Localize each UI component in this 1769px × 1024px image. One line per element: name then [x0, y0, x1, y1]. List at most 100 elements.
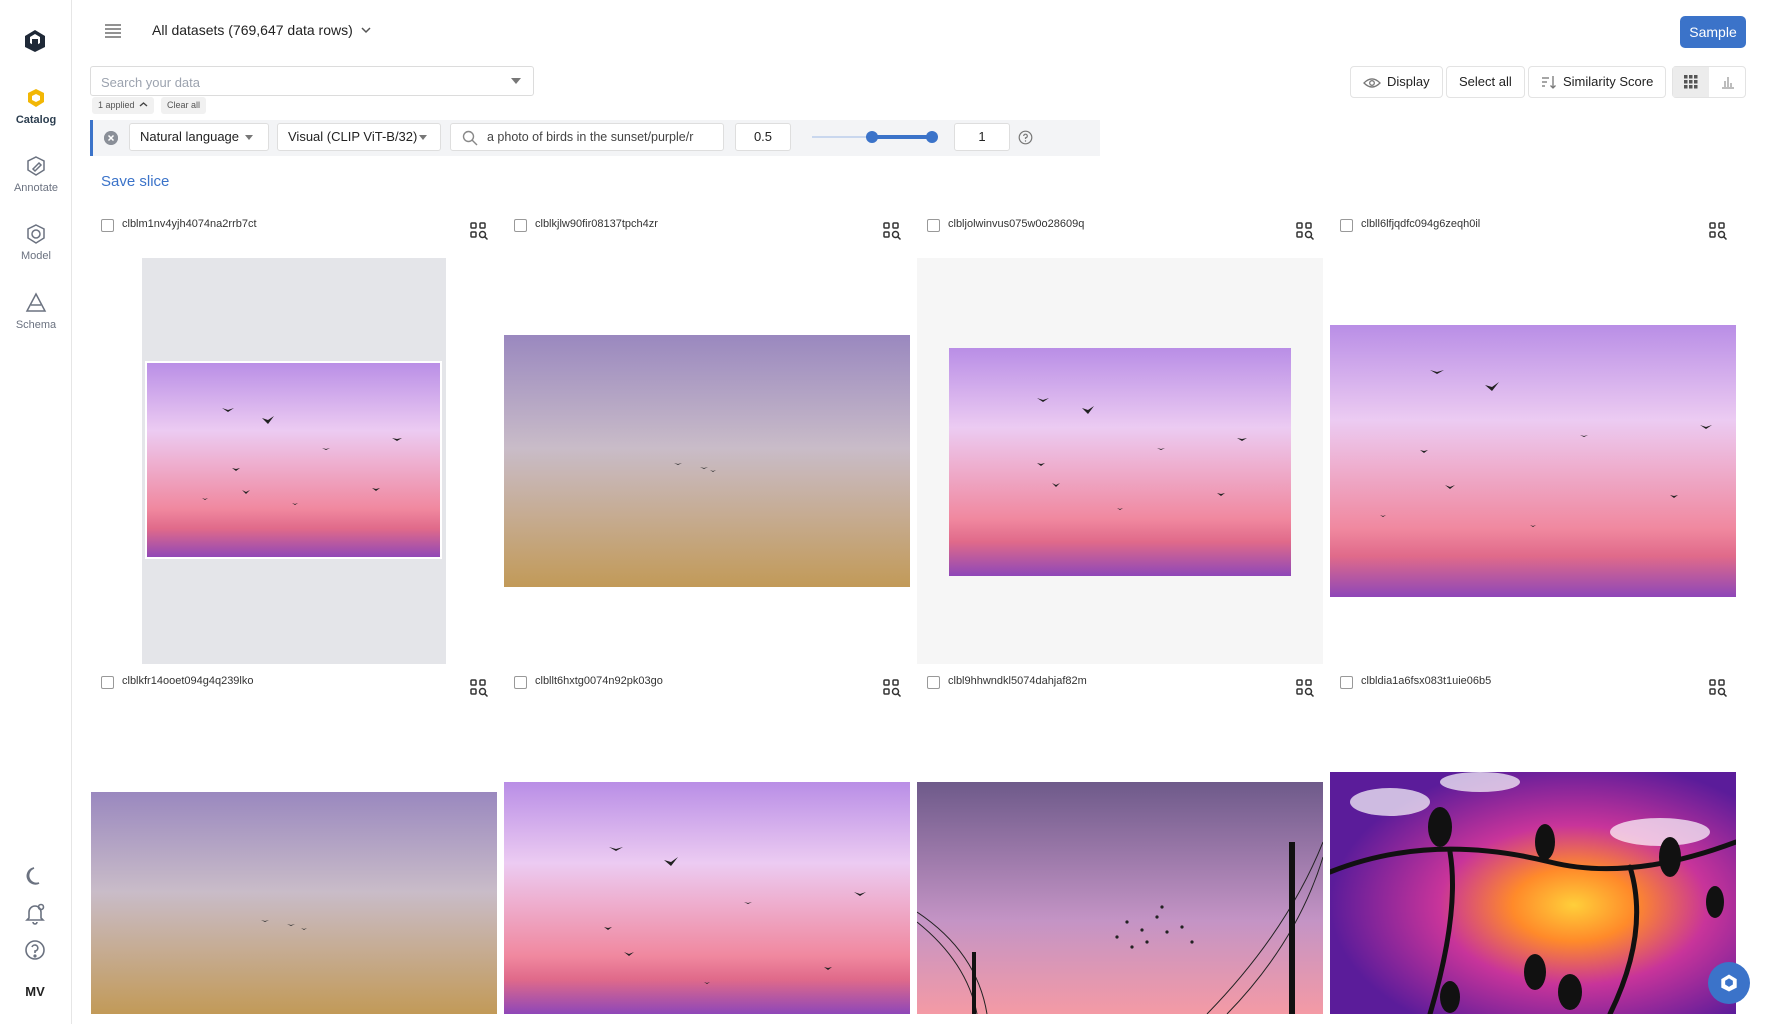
max-score-input[interactable]: 1 [954, 123, 1010, 151]
chart-view-button[interactable] [1710, 67, 1746, 97]
data-row-id: clbllt6hxtg0074n92pk03go [535, 675, 663, 687]
sample-button[interactable]: Sample [1680, 16, 1746, 48]
schema-icon [25, 292, 47, 312]
slider-low-handle[interactable] [866, 131, 878, 143]
annotate-icon [27, 156, 45, 176]
thumbnail-image[interactable] [504, 782, 910, 1014]
thumbnail-image[interactable] [1330, 772, 1736, 1014]
row-checkbox[interactable] [927, 219, 940, 232]
birds-sunset-image [1330, 325, 1736, 597]
find-similar-icon[interactable] [882, 678, 902, 698]
birds-sunset-image [917, 258, 1323, 664]
embedding-model-value: Visual (CLIP ViT-B/32) [288, 129, 418, 144]
card-header: clblkjlw90fir08137tpch4zr [504, 215, 910, 245]
filter-mode-value: Natural language [140, 129, 240, 144]
birds-sunset-image [504, 782, 910, 1014]
grid-view-button[interactable] [1673, 67, 1709, 97]
save-slice-link[interactable]: Save slice [101, 173, 169, 190]
data-row-id: clblm1nv4yjh4074na2rrb7ct [122, 218, 257, 230]
data-row-id: clbl9hhwndkl5074dahjaf82m [948, 675, 1087, 687]
data-row-id: clbldia1a6fsx083t1uie06b5 [1361, 675, 1492, 687]
avatar[interactable]: MV [18, 975, 52, 1009]
select-all-button[interactable]: Select all [1446, 66, 1525, 98]
display-button[interactable]: Display [1350, 66, 1443, 98]
sidebar-item-label: Model [21, 250, 51, 262]
app-logo-icon[interactable] [22, 28, 48, 54]
sort-label: Similarity Score [1563, 74, 1654, 89]
chevron-up-icon [139, 102, 148, 107]
find-similar-icon[interactable] [469, 678, 489, 698]
find-similar-icon[interactable] [1295, 678, 1315, 698]
support-chat-button[interactable] [1708, 962, 1750, 1004]
remove-filter-icon[interactable] [104, 131, 118, 145]
caret-down-icon [245, 135, 254, 141]
min-score-input[interactable]: 0.5 [735, 123, 791, 151]
view-toggle [1672, 66, 1746, 98]
slider-high-handle[interactable] [926, 131, 938, 143]
row-checkbox[interactable] [101, 219, 114, 232]
birds-silhouette-sun-image [1330, 772, 1736, 1014]
card-header: clblkfr14ooet094g4q239lko [91, 672, 497, 702]
caret-down-icon[interactable] [511, 78, 521, 84]
sidebar-item-label: Annotate [13, 182, 59, 194]
applied-label: 1 applied [98, 100, 135, 110]
help-icon[interactable] [1018, 130, 1033, 145]
row-checkbox[interactable] [514, 676, 527, 689]
sidebar-item-label: Catalog [15, 114, 57, 126]
find-similar-icon[interactable] [882, 221, 902, 241]
data-row-id: clbljolwinvus075w0o28609q [948, 218, 1085, 230]
data-row-id: clblkfr14ooet094g4q239lko [122, 675, 254, 687]
row-checkbox[interactable] [1340, 219, 1353, 232]
model-icon [27, 224, 45, 244]
filter-mode-select[interactable]: Natural language [129, 123, 269, 151]
thumbnail-image[interactable] [917, 258, 1323, 664]
data-row-id: clblkjlw90fir08137tpch4zr [535, 218, 658, 230]
find-similar-icon[interactable] [1708, 221, 1728, 241]
card-header: clbll6lfjqdfc094g6zeqh0il [1330, 215, 1736, 245]
query-input[interactable]: a photo of birds in the sunset/purple/r [450, 123, 724, 151]
card-header: clblm1nv4yjh4074na2rrb7ct [91, 215, 497, 245]
thumbnail-image[interactable] [142, 258, 446, 664]
find-similar-icon[interactable] [1295, 221, 1315, 241]
eye-icon [1363, 78, 1381, 88]
query-text: a photo of birds in the sunset/purple/r [487, 130, 694, 144]
card-header: clbljolwinvus075w0o28609q [917, 215, 1323, 245]
menu-icon[interactable] [103, 22, 123, 40]
sidebar-item-annotate[interactable]: Annotate [0, 154, 72, 194]
row-checkbox[interactable] [927, 676, 940, 689]
app-logo-icon [1721, 974, 1737, 992]
sort-icon [1542, 76, 1556, 89]
dataset-selector[interactable]: All datasets (769,647 data rows) [152, 22, 372, 38]
card-header: clbllt6hxtg0074n92pk03go [504, 672, 910, 702]
sidebar-item-catalog[interactable]: Catalog [0, 86, 72, 126]
score-range-slider[interactable] [812, 131, 938, 143]
row-checkbox[interactable] [101, 676, 114, 689]
data-row-id: clbll6lfjqdfc094g6zeqh0il [1361, 218, 1481, 230]
thumbnail-image[interactable] [1330, 325, 1736, 597]
thumbnail-image[interactable] [504, 335, 910, 587]
applied-filters-chip[interactable]: 1 applied [92, 97, 155, 114]
embedding-model-select[interactable]: Visual (CLIP ViT-B/32) [277, 123, 441, 151]
sort-button[interactable]: Similarity Score [1528, 66, 1667, 98]
row-checkbox[interactable] [1340, 676, 1353, 689]
help-circle-icon[interactable] [22, 937, 48, 963]
thumbnail-image[interactable] [917, 782, 1323, 1014]
search-icon [462, 130, 478, 146]
find-similar-icon[interactable] [469, 221, 489, 241]
bell-icon[interactable] [22, 900, 48, 926]
birds-sunset-image [504, 335, 910, 587]
caret-down-icon [419, 135, 428, 141]
sidebar-item-model[interactable]: Model [0, 222, 72, 262]
moon-icon[interactable] [22, 863, 48, 889]
display-label: Display [1387, 74, 1430, 89]
find-similar-icon[interactable] [1708, 678, 1728, 698]
clear-all-button[interactable]: Clear all [161, 97, 207, 114]
row-checkbox[interactable] [514, 219, 527, 232]
slider-fill [872, 135, 932, 139]
thumbnail-image[interactable] [91, 792, 497, 1014]
grid-icon [1684, 75, 1698, 89]
bar-chart-icon [1722, 77, 1734, 89]
sidebar-item-schema[interactable]: Schema [0, 291, 72, 331]
search-input[interactable]: Search your data [90, 66, 534, 96]
sidebar-item-label: Schema [15, 319, 57, 331]
